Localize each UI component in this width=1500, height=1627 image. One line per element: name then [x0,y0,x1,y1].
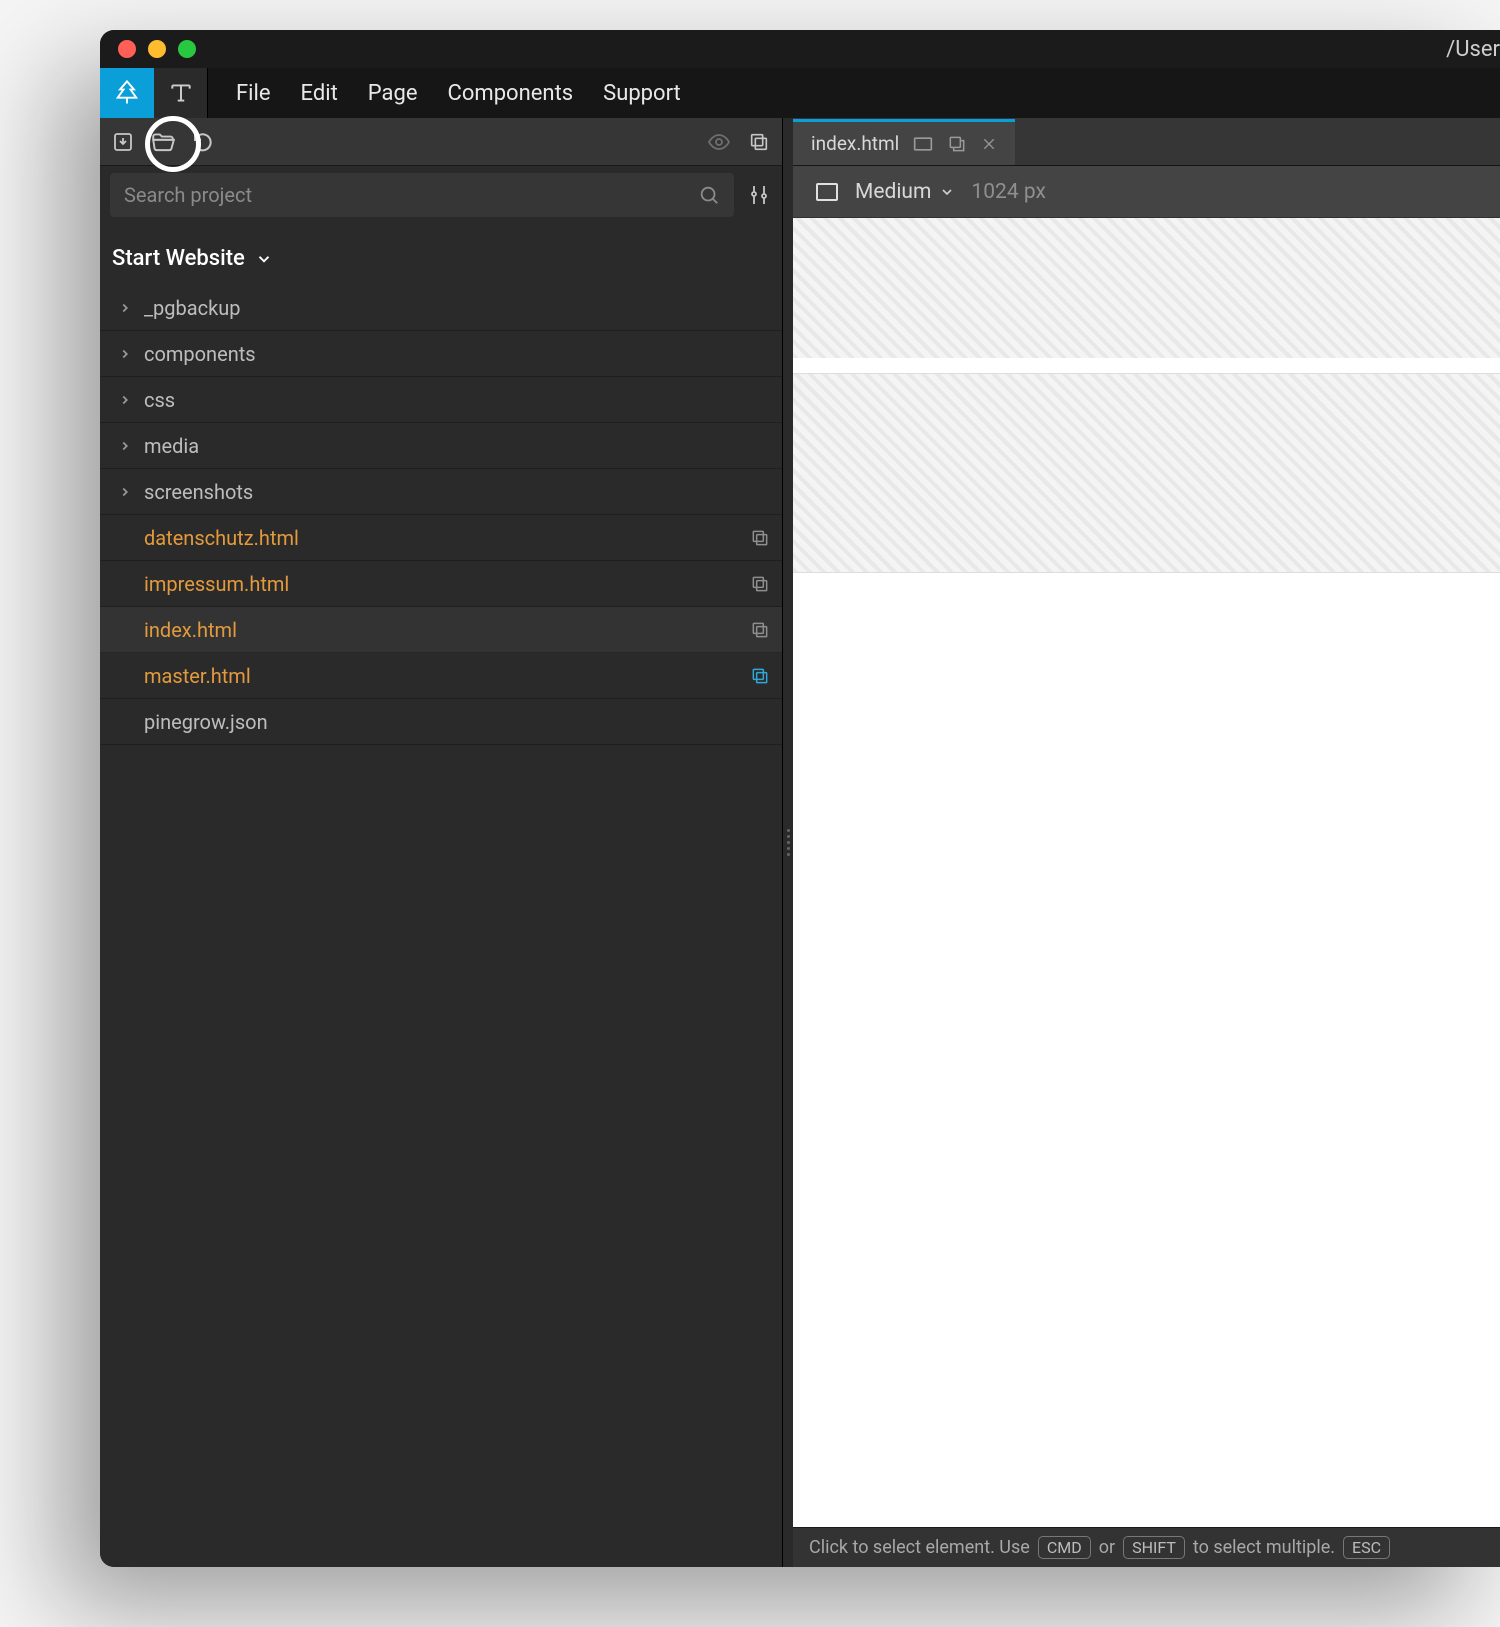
tree-folder-label: media [144,434,199,458]
viewport-frame-icon[interactable] [815,182,839,202]
menu-edit[interactable]: Edit [301,81,338,106]
tab-index-html[interactable]: index.html [793,119,1015,165]
tab-bar: index.html [793,118,1500,166]
tree-folder[interactable]: _pgbackup [100,285,782,331]
tree-file[interactable]: master.html [100,653,782,699]
app-window: /User File Edit Page Components Support [100,30,1500,1567]
page-canvas[interactable] [793,218,1500,1527]
devtools-icon[interactable] [746,182,772,208]
window-controls [118,40,196,58]
tree-folder-label: _pgbackup [144,296,240,320]
chevron-right-icon [118,301,138,315]
tree-file-label: master.html [144,664,251,688]
tree-file[interactable]: impressum.html [100,561,782,607]
status-text: Click to select element. Use [809,1537,1030,1558]
pinegrow-logo-icon[interactable] [100,68,154,118]
status-text: or [1099,1537,1115,1558]
key-esc: ESC [1343,1536,1390,1559]
tree-folder[interactable]: media [100,423,782,469]
close-window-button[interactable] [118,40,136,58]
tree-file-label: index.html [144,618,237,642]
key-cmd: CMD [1038,1536,1091,1559]
file-tree: _pgbackup components css media screensho… [100,285,782,1567]
chevron-right-icon [118,347,138,361]
menu-page[interactable]: Page [368,81,418,106]
viewport-bar: Medium 1024 px [793,166,1500,218]
chevron-right-icon [118,393,138,407]
device-icon[interactable] [913,136,933,152]
search-input-wrap[interactable] [110,173,734,217]
workspace: Start Website _pgbackup components css [100,118,1500,1567]
tree-folder-label: screenshots [144,480,253,504]
tree-file[interactable]: datenschutz.html [100,515,782,561]
tree-folder-label: components [144,342,256,366]
duplicate-icon[interactable] [746,129,772,155]
chevron-down-icon [255,250,273,268]
tree-folder[interactable]: css [100,377,782,423]
canvas-region [793,218,1500,358]
chevron-right-icon [118,485,138,499]
tree-folder[interactable]: screenshots [100,469,782,515]
undo-icon[interactable] [190,129,216,155]
chevron-down-icon [939,184,955,200]
menubar: File Edit Page Components Support [100,68,1500,118]
project-header[interactable]: Start Website [100,224,782,285]
project-toolbar [100,118,782,166]
editor-panel: index.html Medium 1024 px [793,118,1500,1567]
window-title: /User [1446,30,1500,68]
tree-folder[interactable]: components [100,331,782,377]
titlebar: /User [100,30,1500,68]
minimize-window-button[interactable] [148,40,166,58]
search-row [100,166,782,224]
import-icon[interactable] [110,129,136,155]
menu-components[interactable]: Components [448,81,574,106]
close-tab-icon[interactable] [981,136,997,152]
panel-resize-handle[interactable] [783,118,793,1567]
copy-icon[interactable] [750,528,770,548]
status-text: to select multiple. [1193,1537,1335,1558]
copy-icon[interactable] [750,666,770,686]
copy-icon[interactable] [750,620,770,640]
tree-file-label: datenschutz.html [144,526,299,550]
tree-file[interactable]: pinegrow.json [100,699,782,745]
project-name: Start Website [112,246,245,271]
tree-file-active[interactable]: index.html [100,607,782,653]
chevron-right-icon [118,439,138,453]
new-view-icon[interactable] [947,134,967,154]
canvas-region [793,373,1500,573]
tab-label: index.html [811,132,899,155]
copy-icon[interactable] [750,574,770,594]
visibility-icon[interactable] [706,129,732,155]
tree-file-label: pinegrow.json [144,710,268,734]
search-icon[interactable] [698,184,720,206]
tree-folder-label: css [144,388,175,412]
text-tool-icon[interactable] [154,68,208,118]
tree-file-label: impressum.html [144,572,289,596]
canvas-area [793,218,1500,1527]
viewport-size-label: Medium [855,180,931,204]
key-shift: SHIFT [1123,1536,1185,1559]
open-project-icon[interactable] [150,129,176,155]
status-bar: Click to select element. Use CMD or SHIF… [793,1527,1500,1567]
viewport-width-label: 1024 px [971,180,1045,204]
project-panel: Start Website _pgbackup components css [100,118,783,1567]
search-input[interactable] [124,183,698,207]
menu-file[interactable]: File [236,81,271,106]
zoom-window-button[interactable] [178,40,196,58]
menu-support[interactable]: Support [603,81,681,106]
viewport-size-selector[interactable]: Medium [855,180,955,204]
